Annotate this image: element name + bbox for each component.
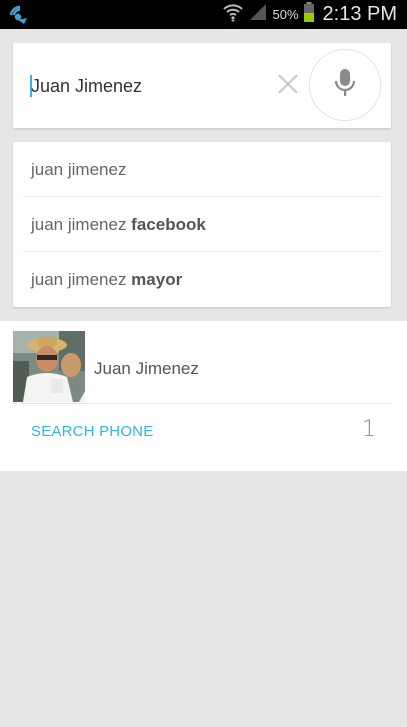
suggestion-text: juan jimenez (31, 160, 127, 179)
suggestion-list: juan jimenez juan jimenez facebook juan … (13, 142, 391, 307)
wifi-icon (222, 1, 244, 28)
suggestion-item[interactable]: juan jimenez facebook (13, 197, 391, 252)
search-phone-label: SEARCH PHONE (31, 423, 154, 440)
contact-name: Juan Jimenez (94, 359, 199, 378)
signal-icon (248, 2, 268, 27)
search-phone-count: 1 (362, 417, 376, 442)
suggestion-item[interactable]: juan jimenez mayor (13, 252, 391, 307)
status-time: 2:13 PM (322, 3, 397, 25)
suggestion-item[interactable]: juan jimenez (13, 142, 391, 197)
contact-photo (13, 331, 85, 402)
suggestion-text: juan jimenez facebook (31, 215, 206, 234)
clear-button[interactable] (275, 73, 301, 99)
search-box (13, 43, 391, 128)
battery-icon (303, 1, 315, 28)
voice-search-button[interactable] (309, 49, 381, 121)
clear-icon (277, 73, 299, 100)
suggestion-text: juan jimenez mayor (31, 270, 183, 289)
search-phone-button[interactable]: SEARCH PHONE 1 (0, 404, 407, 471)
contact-results: Juan Jimenez SEARCH PHONE 1 (0, 321, 407, 471)
search-input[interactable] (31, 74, 271, 98)
app-notification-icon (8, 4, 32, 31)
status-bar: 50% 2:13 PM (0, 0, 407, 29)
contact-result[interactable]: Juan Jimenez (0, 321, 407, 403)
mic-icon (333, 68, 357, 103)
battery-percent: 50% (272, 7, 299, 22)
